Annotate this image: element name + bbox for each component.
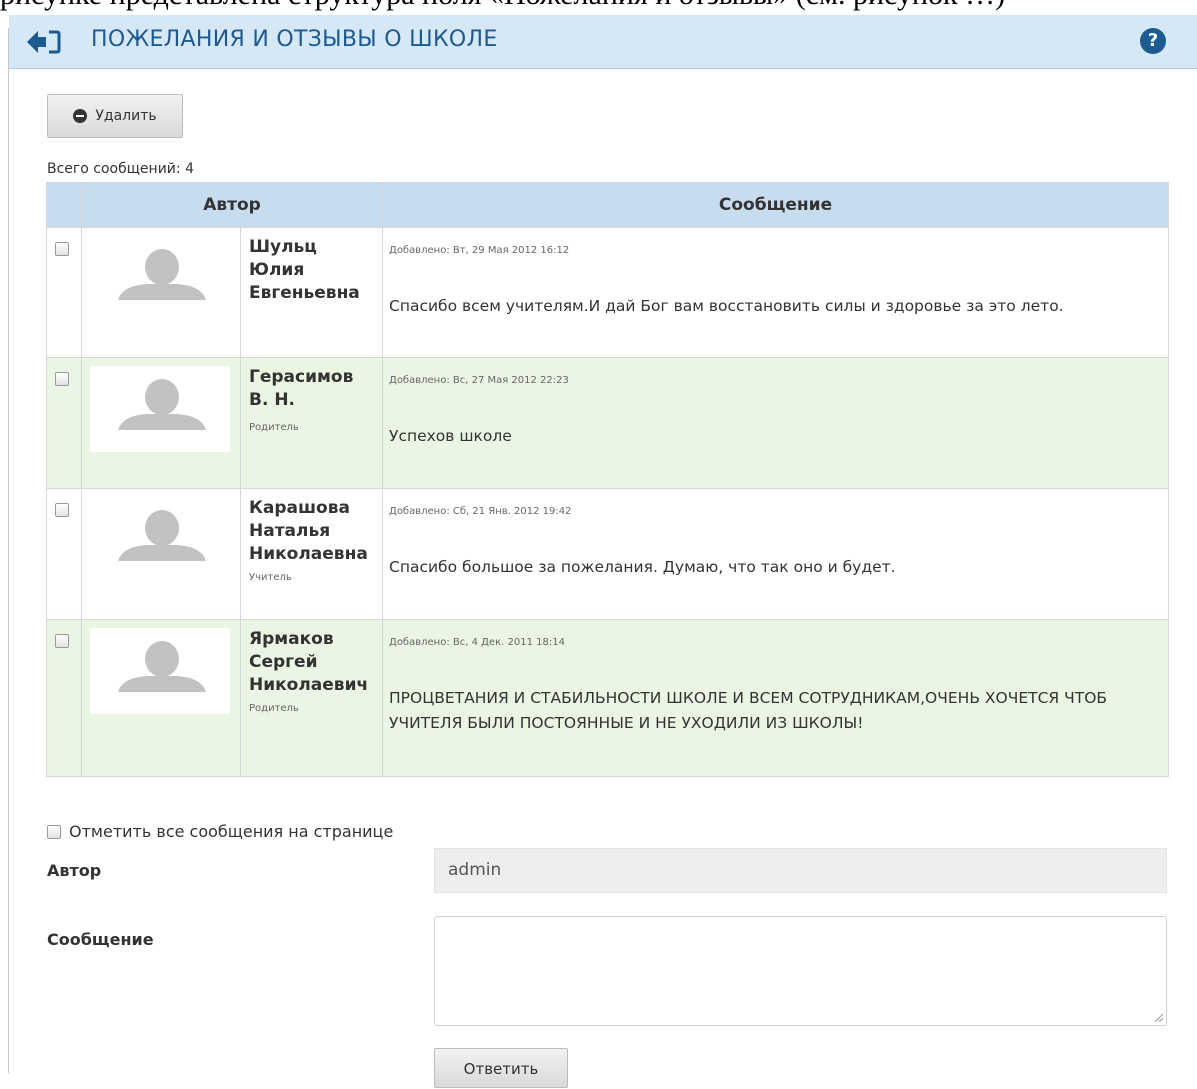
- column-header-author: Автор: [81, 182, 383, 228]
- avatar-cell: [81, 619, 241, 777]
- message-field-label: Сообщение: [47, 930, 154, 949]
- delete-button[interactable]: Удалить: [47, 94, 183, 138]
- select-cell: [46, 357, 82, 489]
- message-date: Добавлено: Вс, 4 Дек. 2011 18:14: [389, 637, 565, 648]
- message-text: Успехов школе: [389, 427, 512, 445]
- author-name-line: Ярмаков: [249, 629, 334, 649]
- author-name[interactable]: Герасимов В. Н.: [249, 366, 382, 412]
- messages-table: Автор Сообщение Шульц Юлия Евгеньевна До…: [46, 182, 1169, 777]
- author-name-line: Юлия: [249, 260, 305, 280]
- message-cell: Добавлено: Вс, 4 Дек. 2011 18:14 ПРОЦВЕТ…: [382, 619, 1169, 777]
- user-silhouette-icon: [118, 510, 206, 561]
- select-cell: [46, 488, 82, 620]
- avatar-cell: [81, 357, 241, 489]
- help-icon[interactable]: ?: [1140, 28, 1166, 54]
- message-date: Добавлено: Сб, 21 Янв. 2012 19:42: [389, 506, 572, 517]
- author-name[interactable]: Ярмаков Сергей Николаевич: [249, 628, 382, 697]
- author-role: Родитель: [249, 422, 299, 433]
- mark-all-checkbox[interactable]: [47, 824, 61, 839]
- message-date: Добавлено: Вт, 29 Мая 2012 16:12: [389, 245, 570, 256]
- author-name-line: Евгеньевна: [249, 283, 360, 303]
- user-silhouette-icon: [118, 641, 206, 692]
- author-name-line: Николаевич: [249, 675, 369, 695]
- reply-button[interactable]: Ответить: [434, 1048, 568, 1088]
- author-name-line: Николаевна: [249, 544, 368, 564]
- avatar-cell: [81, 488, 241, 620]
- resize-grip-icon[interactable]: [1155, 1014, 1163, 1022]
- author-name-line: Сергей: [249, 652, 318, 672]
- user-silhouette-icon: [118, 379, 206, 430]
- total-messages-count: Всего сообщений: 4: [47, 161, 194, 177]
- author-name-line: В. Н.: [249, 390, 296, 410]
- document-caption: рисунке представлена структура поля «Пож…: [0, 0, 1005, 12]
- avatar-cell: [81, 227, 241, 358]
- author-role: Родитель: [249, 703, 299, 714]
- author-name[interactable]: Шульц Юлия Евгеньевна: [249, 236, 382, 305]
- page-left-border: [8, 28, 9, 1073]
- message-cell: Добавлено: Вс, 27 Мая 2012 22:23 Успехов…: [382, 357, 1169, 489]
- author-name-line: Шульц: [249, 237, 317, 257]
- table-row: Герасимов В. Н. Родитель Добавлено: Вс, …: [46, 357, 1169, 489]
- mark-all-control[interactable]: Отметить все сообщения на странице: [47, 822, 393, 841]
- select-cell: [46, 227, 82, 358]
- author-role: Учитель: [249, 572, 292, 583]
- avatar: [90, 628, 230, 714]
- message-textarea[interactable]: [434, 916, 1167, 1026]
- author-name[interactable]: Карашова Наталья Николаевна: [249, 497, 382, 566]
- select-cell: [46, 619, 82, 777]
- table-row: Шульц Юлия Евгеньевна Добавлено: Вт, 29 …: [46, 227, 1169, 358]
- minus-circle-icon: [73, 109, 88, 123]
- header-select-cell: [46, 182, 82, 228]
- delete-button-label: Удалить: [95, 108, 157, 124]
- author-cell: Ярмаков Сергей Николаевич Родитель: [240, 619, 383, 777]
- page-title: ПОЖЕЛАНИЯ И ОТЗЫВЫ О ШКОЛЕ: [91, 27, 498, 52]
- author-field-label: Автор: [47, 861, 102, 880]
- mark-all-label: Отметить все сообщения на странице: [69, 822, 394, 841]
- column-header-message: Сообщение: [382, 182, 1169, 228]
- author-name-line: Герасимов: [249, 367, 354, 387]
- message-date: Добавлено: Вс, 27 Мая 2012 22:23: [389, 375, 569, 386]
- message-cell: Добавлено: Сб, 21 Янв. 2012 19:42 Спасиб…: [382, 488, 1169, 620]
- author-cell: Карашова Наталья Николаевна Учитель: [240, 488, 383, 620]
- message-text: ПРОЦВЕТАНИЯ И СТАБИЛЬНОСТИ ШКОЛЕ И ВСЕМ …: [389, 689, 1108, 732]
- message-cell: Добавлено: Вт, 29 Мая 2012 16:12 Спасибо…: [382, 227, 1169, 358]
- row-checkbox[interactable]: [55, 372, 69, 386]
- user-silhouette-icon: [118, 249, 206, 300]
- author-name-line: Наталья: [249, 521, 331, 541]
- table-row: Карашова Наталья Николаевна Учитель Доба…: [46, 488, 1169, 620]
- row-checkbox[interactable]: [55, 242, 69, 256]
- table-row: Ярмаков Сергей Николаевич Родитель Добав…: [46, 619, 1169, 777]
- author-field[interactable]: admin: [434, 848, 1167, 893]
- avatar: [90, 366, 230, 452]
- avatar: [90, 497, 230, 583]
- page-header: ПОЖЕЛАНИЯ И ОТЗЫВЫ О ШКОЛЕ ?: [9, 15, 1197, 69]
- author-cell: Шульц Юлия Евгеньевна: [240, 227, 383, 358]
- author-cell: Герасимов В. Н. Родитель: [240, 357, 383, 489]
- message-text: Спасибо большое за пожелания. Думаю, что…: [389, 558, 896, 576]
- table-header-row: Автор Сообщение: [46, 182, 1169, 228]
- row-checkbox[interactable]: [55, 503, 69, 517]
- avatar: [90, 236, 230, 322]
- back-icon[interactable]: [27, 29, 61, 55]
- message-text: Спасибо всем учителям.И дай Бог вам восс…: [389, 297, 1064, 315]
- row-checkbox[interactable]: [55, 634, 69, 648]
- author-name-line: Карашова: [249, 498, 350, 518]
